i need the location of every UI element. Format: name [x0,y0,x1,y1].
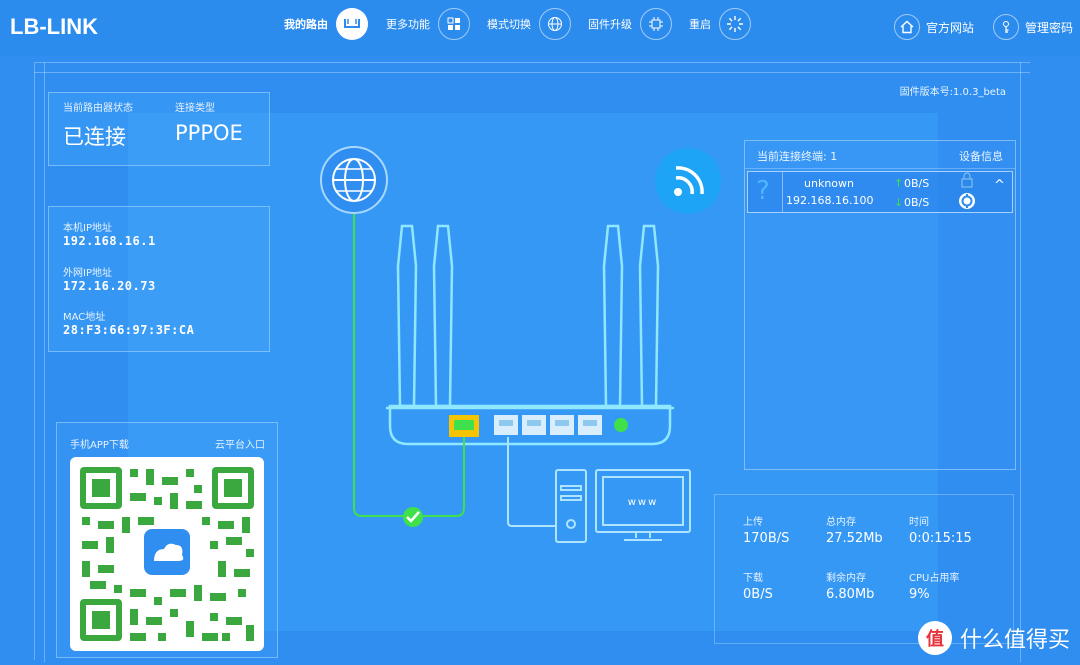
local-ip-value: 192.168.16.1 [63,234,156,248]
uptime-label: 时间 [909,517,929,528]
cloud-platform-link[interactable]: 云平台入口 [215,436,265,451]
official-site-link[interactable]: 官方网站 [894,14,974,40]
connection-type-label: 连接类型 [175,103,215,114]
watermark: 值 什么值得买 [917,621,1070,655]
nav-mode-switch[interactable]: 模式切换 [487,8,571,40]
frame-line-left [44,62,45,662]
cpu-usage-value: 9% [909,587,930,602]
wifi-icon[interactable] [655,148,721,214]
nav-my-router-label: 我的路由 [284,18,328,31]
mac-value: 28:F3:66:97:3F:CA [63,323,195,337]
device-download-rate: 0B/S [904,196,930,209]
nav-restart-label: 重启 [689,18,711,31]
connected-devices-panel: 当前连接终端: 1 设备信息 ? unknown 192.168.16.100 … [744,140,1016,470]
upload-arrow-icon: ↑ [894,177,904,190]
restart-icon [719,8,751,40]
nav-firmware-upgrade-label: 固件升级 [588,18,632,31]
firmware-version: 固件版本号:1.0.3_beta [899,87,1006,98]
brand-logo: LB-LINK [10,14,98,39]
globe-icon [539,8,571,40]
power-led [614,418,628,432]
total-memory-label: 总内存 [826,517,856,528]
local-ip-label: 本机IP地址 [63,223,112,234]
key-icon [993,14,1019,40]
download-arrow-icon: ↓ [894,196,904,209]
internet-globe-icon[interactable] [320,146,388,214]
connection-type-value: PPPOE [175,121,243,145]
wan-ip-label: 外网IP地址 [63,268,112,279]
nav-mode-switch-label: 模式切换 [487,18,531,31]
uptime-value: 0:0:15:15 [909,531,972,546]
device-row[interactable]: ? unknown 192.168.16.100 ↑ 0B/S ↓ 0B/S ^ [747,171,1013,213]
free-memory-label: 剩余内存 [826,573,866,584]
chip-icon [640,8,672,40]
nav-restart[interactable]: 重启 [689,8,751,40]
admin-password-label: 管理密码 [1025,20,1074,35]
free-memory-value: 6.80Mb [826,587,875,602]
pc-screen-text: www [628,497,659,508]
lock-icon[interactable] [960,172,974,192]
manage-device-icon[interactable] [958,192,976,214]
mac-label: MAC地址 [63,312,106,323]
total-memory-value: 27.52Mb [826,531,883,546]
collapse-chevron-icon[interactable]: ^ [994,178,1005,193]
app-download-label: 手机APP下载 [70,440,129,451]
connected-count-label: 当前连接终端: 1 [757,150,838,163]
download-label: 下载 [743,573,763,584]
router-diagram: www [320,146,721,543]
router-icon [336,8,368,40]
upload-value: 170B/S [743,531,790,546]
watermark-text: 什么值得买 [959,628,1070,653]
device-panel-header: 当前连接终端: 1 设备信息 [745,141,1015,169]
nav-my-router[interactable]: 我的路由 [284,8,368,40]
cpu-usage-label: CPU占用率 [909,573,960,584]
frame-line-top [34,72,1030,73]
watermark-logo: 值 [917,621,952,655]
nav-more-features[interactable]: 更多功能 [386,8,470,40]
home-icon [894,14,920,40]
official-site-label: 官方网站 [926,20,975,35]
admin-password-link[interactable]: 管理密码 [993,14,1073,40]
router-state-label: 当前路由器状态 [63,103,133,114]
grid-icon [438,8,470,40]
wan-ip-value: 172.16.20.73 [63,279,156,293]
device-upload-rate: 0B/S [904,177,930,190]
qr-code [70,457,264,651]
router-status-box: 当前路由器状态 连接类型 已连接 PPPOE [48,92,270,166]
nav-more-features-label: 更多功能 [386,18,430,31]
router-state-value: 已连接 [63,125,126,149]
device-ip: 192.168.16.100 [786,194,874,207]
upload-label: 上传 [743,517,763,528]
device-info-label: 设备信息 [959,150,1003,163]
frame-line-right [1020,62,1021,662]
download-value: 0B/S [743,587,773,602]
top-nav-bar: LB-LINK 我的路由 更多功能 模式切换 固件升级 重启 官方网站 管理密码 [0,0,1080,56]
device-name: unknown [804,177,854,190]
pc-tower-icon [555,469,587,543]
network-info-box: 本机IP地址 192.168.16.1 外网IP地址 172.16.20.73 … [48,206,270,352]
nav-firmware-upgrade[interactable]: 固件升级 [588,8,672,40]
unknown-device-icon: ? [756,176,770,206]
